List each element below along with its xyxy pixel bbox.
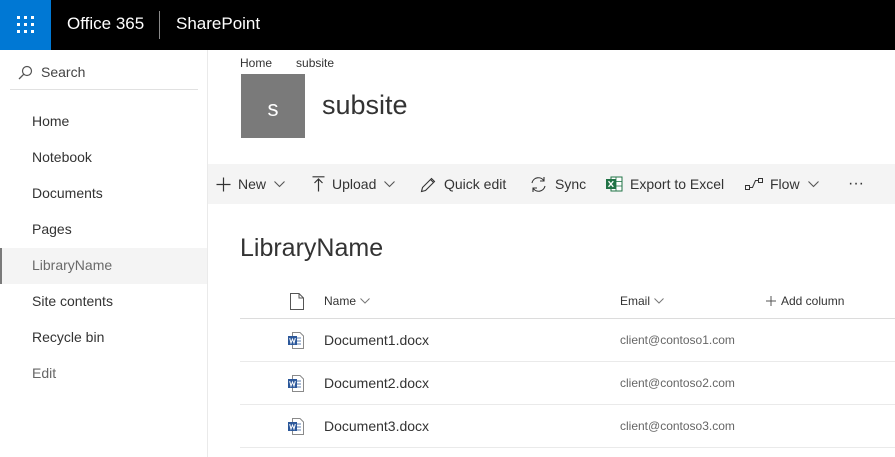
add-column-label: Add column	[781, 294, 845, 308]
quick-edit-label: Quick edit	[444, 176, 507, 192]
library-title: LibraryName	[240, 234, 384, 262]
nav-item-documents[interactable]: Documents	[0, 176, 207, 212]
email-cell: client@contoso1.com	[620, 333, 735, 347]
nav-item-label: Site contents	[32, 293, 113, 309]
email-cell: client@contoso3.com	[620, 419, 735, 433]
document-name-link[interactable]: Document1.docx	[324, 332, 429, 348]
plus-icon	[766, 296, 776, 306]
search-box[interactable]: Search	[10, 54, 198, 90]
nav-item-label: Recycle bin	[32, 329, 105, 345]
sharepoint-link[interactable]: SharePoint	[176, 14, 260, 34]
left-nav: Search Home Notebook Documents Pages Lib…	[0, 50, 208, 457]
plus-icon	[216, 177, 231, 191]
nav-item-home[interactable]: Home	[0, 104, 207, 140]
flow-label: Flow	[770, 176, 800, 192]
email-column-header[interactable]: Email	[620, 294, 664, 308]
chevron-down-icon	[360, 298, 370, 304]
document-name-link[interactable]: Document3.docx	[324, 418, 429, 434]
search-icon	[18, 65, 33, 80]
quick-edit-button[interactable]: Quick edit	[420, 164, 506, 204]
table-row[interactable]: Document1.docx client@contoso1.com	[240, 319, 895, 362]
breadcrumb-subsite[interactable]: subsite	[296, 56, 334, 70]
more-options-button[interactable]: ···	[848, 164, 864, 204]
name-column-header[interactable]: Name	[324, 294, 370, 308]
nav-item-label: Home	[32, 113, 70, 129]
file-type-icon[interactable]	[290, 293, 304, 310]
sync-label: Sync	[555, 176, 587, 192]
email-column-label: Email	[620, 294, 651, 308]
upload-label: Upload	[332, 176, 377, 192]
upload-icon	[312, 176, 325, 192]
chevron-down-icon	[654, 298, 664, 304]
nav-item-site-contents[interactable]: Site contents	[0, 284, 207, 320]
nav-item-notebook[interactable]: Notebook	[0, 140, 207, 176]
export-label: Export to Excel	[630, 176, 725, 192]
nav-edit-link[interactable]: Edit	[0, 356, 207, 392]
excel-icon	[606, 176, 623, 192]
name-column-label: Name	[324, 294, 357, 308]
search-label: Search	[41, 64, 86, 80]
add-column-button[interactable]: Add column	[766, 294, 844, 308]
chevron-down-icon	[807, 180, 819, 187]
breadcrumb: Home subsite	[240, 56, 334, 70]
pencil-icon	[420, 177, 436, 192]
command-bar: New Upload Quick edit Sync Export to Exc…	[208, 164, 895, 204]
flow-button[interactable]: Flow	[745, 164, 819, 204]
list-header: Name Email Add column	[240, 284, 895, 319]
nav-item-recycle-bin[interactable]: Recycle bin	[0, 320, 207, 356]
table-row[interactable]: Document3.docx client@contoso3.com	[240, 405, 895, 448]
nav-item-label: LibraryName	[32, 257, 113, 273]
office-365-link[interactable]: Office 365	[67, 14, 144, 34]
breadcrumb-home[interactable]: Home	[240, 56, 272, 70]
flow-icon	[745, 178, 763, 190]
sync-icon	[531, 176, 546, 192]
word-document-icon	[288, 418, 304, 435]
nav-item-label: Edit	[32, 365, 57, 381]
export-to-excel-button[interactable]: Export to Excel	[606, 164, 724, 204]
new-button[interactable]: New	[216, 164, 285, 204]
suite-bar: Office 365 SharePoint	[0, 0, 895, 50]
email-cell: client@contoso2.com	[620, 376, 735, 390]
new-label: New	[238, 176, 267, 192]
upload-button[interactable]: Upload	[312, 164, 396, 204]
app-launcher-button[interactable]	[0, 0, 51, 50]
nav-item-label: Pages	[32, 221, 72, 237]
word-document-icon	[288, 375, 304, 392]
table-row[interactable]: Document2.docx client@contoso2.com	[240, 362, 895, 405]
chevron-down-icon	[384, 180, 396, 187]
document-name-link[interactable]: Document2.docx	[324, 375, 429, 391]
site-logo[interactable]: s	[241, 74, 305, 138]
word-document-icon	[288, 332, 304, 349]
chevron-down-icon	[274, 180, 285, 187]
suite-divider	[159, 11, 160, 39]
nav-item-libraryname[interactable]: LibraryName	[0, 248, 207, 284]
waffle-icon	[17, 16, 34, 33]
nav-item-label: Notebook	[32, 149, 92, 165]
nav-item-label: Documents	[32, 185, 103, 201]
nav-item-pages[interactable]: Pages	[0, 212, 207, 248]
site-title[interactable]: subsite	[322, 90, 408, 121]
sync-button[interactable]: Sync	[529, 164, 586, 204]
